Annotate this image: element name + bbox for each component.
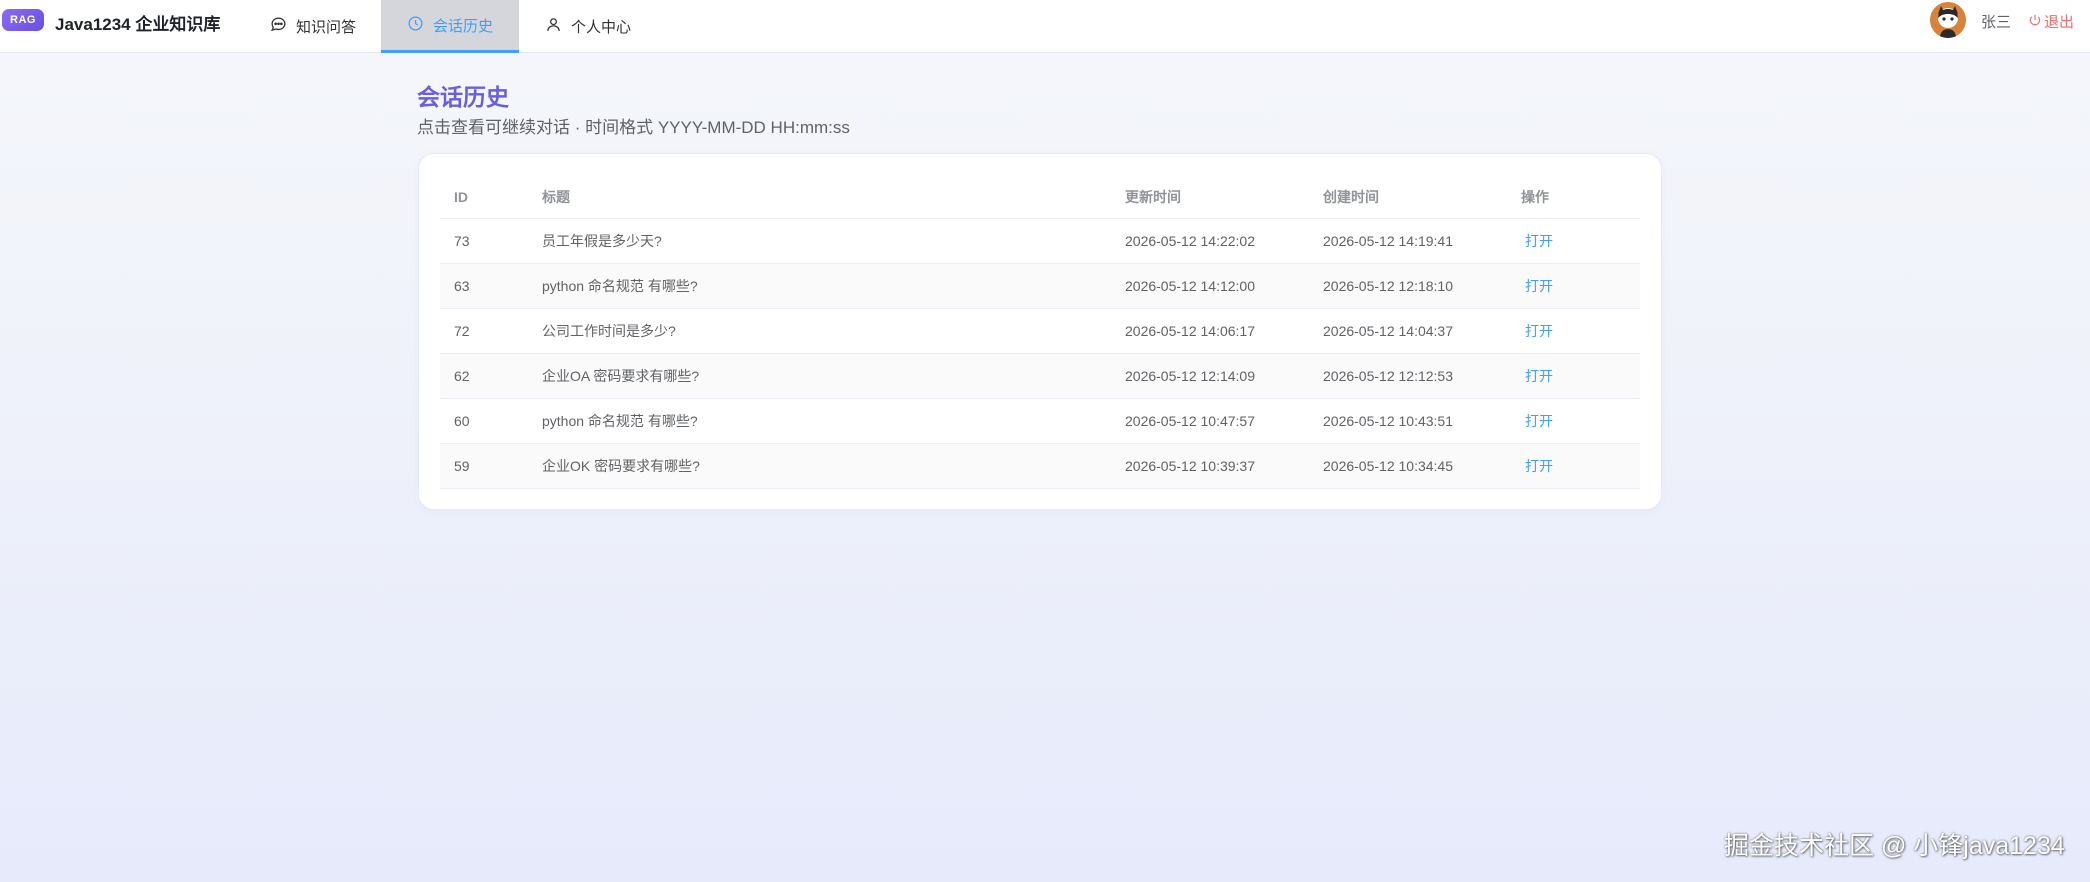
column-header-id: ID [440, 176, 528, 219]
open-session-button[interactable]: 打开 [1521, 323, 1553, 339]
cell-updated: 2026-05-12 10:39:37 [1111, 443, 1309, 489]
nav-label: 个人中心 [571, 19, 632, 36]
cell-created: 2026-05-12 14:19:41 [1309, 218, 1507, 264]
user-name[interactable]: 张三 [1981, 11, 2011, 32]
page-subtitle: 点击查看可继续对话 · 时间格式 YYYY-MM-DD HH:mm:ss [417, 118, 850, 137]
app-title: Java1234 企业知识库 [55, 15, 221, 34]
cell-id: 72 [440, 308, 528, 354]
nav-item-session-history[interactable]: 会话历史 [381, 0, 519, 53]
cell-actions: 打开 [1507, 443, 1640, 489]
avatar[interactable] [1930, 2, 1966, 38]
open-session-button[interactable]: 打开 [1521, 233, 1553, 249]
table-row[interactable]: 62 企业OA 密码要求有哪些? 2026-05-12 12:14:09 202… [440, 353, 1640, 399]
cell-created: 2026-05-12 12:12:53 [1309, 353, 1507, 399]
cell-updated: 2026-05-12 14:06:17 [1111, 308, 1309, 354]
nav-item-profile[interactable]: 个人中心 [519, 0, 657, 53]
table-row[interactable]: 60 python 命名规范 有哪些? 2026-05-12 10:47:57 … [440, 398, 1640, 444]
cell-id: 62 [440, 353, 528, 399]
column-header-created: 创建时间 [1309, 176, 1507, 219]
cell-actions: 打开 [1507, 353, 1640, 399]
column-header-actions: 操作 [1507, 176, 1640, 219]
sessions-card: ID 标题 更新时间 创建时间 操作 73 员工年假是多少天? 2026-05-… [418, 153, 1662, 510]
cell-title: python 命名规范 有哪些? [528, 263, 1111, 309]
cell-updated: 2026-05-12 12:14:09 [1111, 353, 1309, 399]
sessions-table: ID 标题 更新时间 创建时间 操作 73 员工年假是多少天? 2026-05-… [440, 176, 1640, 489]
user-icon [545, 16, 562, 37]
table-header-row: ID 标题 更新时间 创建时间 操作 [440, 176, 1640, 219]
column-header-title: 标题 [528, 176, 1111, 219]
cell-actions: 打开 [1507, 308, 1640, 354]
table-row[interactable]: 59 企业OK 密码要求有哪些? 2026-05-12 10:39:37 202… [440, 443, 1640, 489]
column-header-updated: 更新时间 [1111, 176, 1309, 219]
table-row[interactable]: 63 python 命名规范 有哪些? 2026-05-12 14:12:00 … [440, 263, 1640, 309]
cell-id: 73 [440, 218, 528, 264]
cell-updated: 2026-05-12 14:12:00 [1111, 263, 1309, 309]
clock-icon [407, 15, 424, 36]
nav-label: 知识问答 [296, 19, 357, 36]
cell-updated: 2026-05-12 14:22:02 [1111, 218, 1309, 264]
logo-badge: RAG [2, 9, 44, 31]
top-nav-bar: RAG Java1234 企业知识库 知识问答 会话历史 个人中心 张三 退出 [0, 0, 2090, 53]
logout-label: 退出 [2044, 14, 2075, 31]
power-icon [2028, 13, 2042, 31]
cell-id: 60 [440, 398, 528, 444]
cell-title: 企业OK 密码要求有哪些? [528, 443, 1111, 489]
cell-created: 2026-05-12 10:34:45 [1309, 443, 1507, 489]
open-session-button[interactable]: 打开 [1521, 413, 1553, 429]
chat-bubble-icon [270, 16, 287, 37]
page-title: 会话历史 [417, 84, 509, 110]
cell-title: 员工年假是多少天? [528, 218, 1111, 264]
cell-created: 2026-05-12 12:18:10 [1309, 263, 1507, 309]
cell-actions: 打开 [1507, 398, 1640, 444]
nav-item-knowledge-qa[interactable]: 知识问答 [244, 0, 382, 53]
cell-id: 59 [440, 443, 528, 489]
cell-created: 2026-05-12 10:43:51 [1309, 398, 1507, 444]
watermark: 掘金技术社区 @ 小锋java1234 [1724, 832, 2065, 860]
cell-title: 企业OA 密码要求有哪些? [528, 353, 1111, 399]
open-session-button[interactable]: 打开 [1521, 368, 1553, 384]
table-row[interactable]: 72 公司工作时间是多少? 2026-05-12 14:06:17 2026-0… [440, 308, 1640, 354]
cell-updated: 2026-05-12 10:47:57 [1111, 398, 1309, 444]
table-row[interactable]: 73 员工年假是多少天? 2026-05-12 14:22:02 2026-05… [440, 218, 1640, 264]
nav-label: 会话历史 [432, 17, 493, 35]
cell-created: 2026-05-12 14:04:37 [1309, 308, 1507, 354]
cell-actions: 打开 [1507, 263, 1640, 309]
cell-title: python 命名规范 有哪些? [528, 398, 1111, 444]
cell-actions: 打开 [1507, 218, 1640, 264]
open-session-button[interactable]: 打开 [1521, 458, 1553, 474]
open-session-button[interactable]: 打开 [1521, 278, 1553, 294]
cell-id: 63 [440, 263, 528, 309]
cell-title: 公司工作时间是多少? [528, 308, 1111, 354]
logout-button[interactable]: 退出 [2028, 11, 2074, 32]
